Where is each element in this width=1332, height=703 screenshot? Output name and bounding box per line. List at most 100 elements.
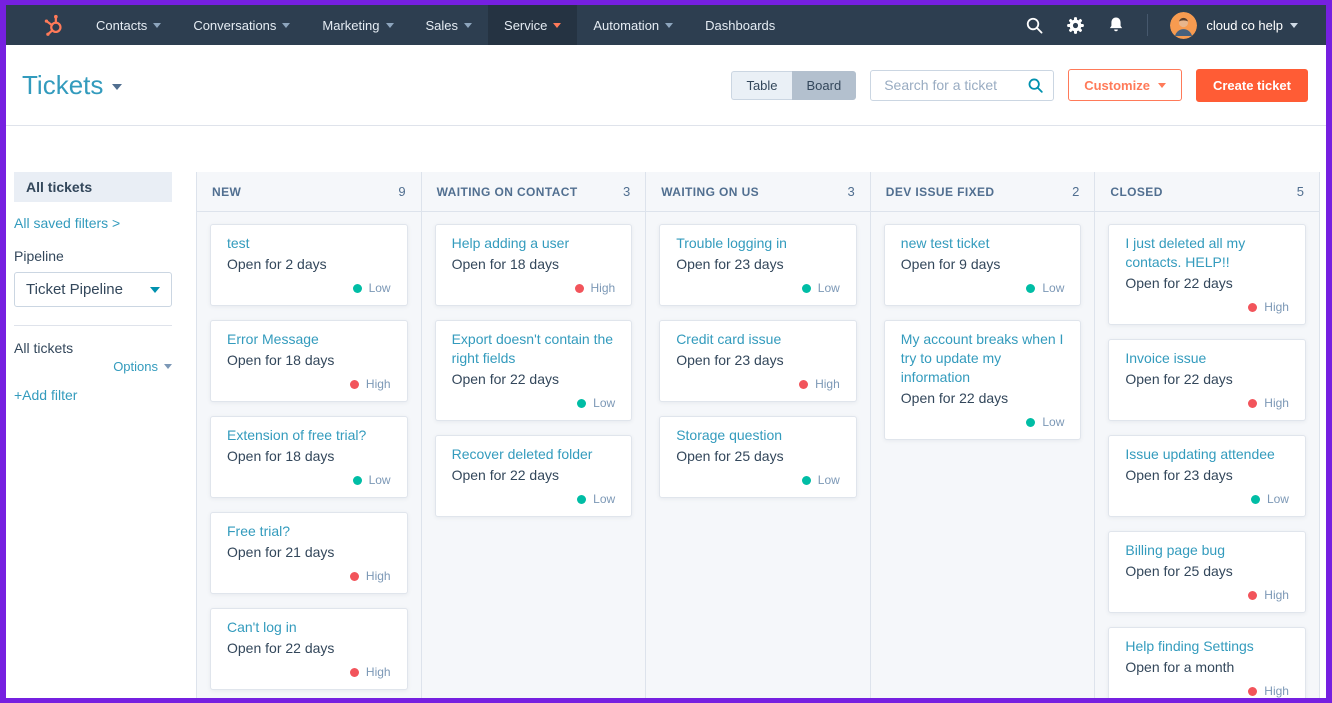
add-filter-link[interactable]: +Add filter bbox=[14, 387, 172, 403]
ticket-card[interactable]: Issue updating attendee Open for 23 days… bbox=[1108, 435, 1306, 517]
table-view-button[interactable]: Table bbox=[731, 70, 792, 100]
pipeline-select[interactable]: Ticket Pipeline bbox=[14, 272, 172, 307]
chevron-down-icon bbox=[385, 22, 394, 28]
nav-item-dashboards[interactable]: Dashboards bbox=[689, 5, 791, 45]
ticket-card[interactable]: Billing page bug Open for 25 days High bbox=[1108, 531, 1306, 613]
hubspot-logo-icon[interactable] bbox=[42, 5, 66, 45]
ticket-card[interactable]: Storage question Open for 25 days Low bbox=[659, 416, 857, 498]
ticket-open-duration: Open for 22 days bbox=[1125, 371, 1233, 387]
search-icon[interactable] bbox=[1025, 16, 1044, 35]
ticket-title-link[interactable]: Invoice issue bbox=[1125, 349, 1289, 368]
ticket-title-link[interactable]: Export doesn't contain the right fields bbox=[452, 330, 616, 368]
ticket-card[interactable]: Can't log in Open for 22 days High bbox=[210, 608, 408, 690]
nav-right: cloud co help bbox=[1025, 5, 1326, 45]
user-avatar[interactable] bbox=[1170, 11, 1198, 39]
board-view-button[interactable]: Board bbox=[791, 70, 857, 100]
ticket-card[interactable]: Extension of free trial? Open for 18 day… bbox=[210, 416, 408, 498]
ticket-priority: High bbox=[1125, 300, 1289, 315]
nav-item-sales[interactable]: Sales bbox=[410, 5, 489, 45]
ticket-title-link[interactable]: Extension of free trial? bbox=[227, 426, 391, 445]
ticket-title-link[interactable]: Can't log in bbox=[227, 618, 391, 637]
ticket-card[interactable]: I just deleted all my contacts. HELP!! O… bbox=[1108, 224, 1306, 325]
ticket-card[interactable]: Invoice issue Open for 22 days High bbox=[1108, 339, 1306, 421]
ticket-title-link[interactable]: Storage question bbox=[676, 426, 840, 445]
column-header: CLOSED 5 bbox=[1095, 172, 1319, 212]
ticket-priority: High bbox=[1125, 684, 1289, 698]
ticket-priority: Low bbox=[901, 281, 1064, 296]
ticket-card[interactable]: Help finding Settings Open for a month H… bbox=[1108, 627, 1306, 698]
priority-label: Low bbox=[593, 492, 616, 506]
ticket-title-link[interactable]: Free trial? bbox=[227, 522, 391, 541]
nav-item-contacts[interactable]: Contacts bbox=[80, 5, 177, 45]
ticket-open-duration: Open for 25 days bbox=[676, 448, 784, 464]
ticket-title-link[interactable]: Credit card issue bbox=[676, 330, 840, 349]
ticket-open-duration: Open for 22 days bbox=[451, 467, 559, 483]
ticket-card[interactable]: Credit card issue Open for 23 days High bbox=[659, 320, 857, 402]
ticket-title-link[interactable]: I just deleted all my contacts. HELP!! bbox=[1125, 234, 1289, 272]
chevron-down-icon bbox=[164, 364, 172, 369]
ticket-card[interactable]: Export doesn't contain the right fields … bbox=[434, 320, 633, 421]
pipeline-label: Pipeline bbox=[14, 248, 64, 264]
ticket-card[interactable]: My account breaks when I try to update m… bbox=[883, 320, 1082, 440]
page-title[interactable]: Tickets bbox=[22, 70, 123, 101]
ticket-title-link[interactable]: My account breaks when I try to update m… bbox=[901, 330, 1065, 387]
column-cards: Help adding a user Open for 18 days High… bbox=[422, 212, 646, 698]
ticket-priority: High bbox=[227, 665, 391, 680]
ticket-card[interactable]: Trouble logging in Open for 23 days Low bbox=[659, 224, 857, 306]
ticket-title-link[interactable]: Error Message bbox=[227, 330, 391, 349]
chevron-down-icon bbox=[464, 22, 473, 28]
ticket-priority: High bbox=[676, 377, 840, 392]
priority-dot-icon bbox=[801, 284, 811, 293]
search-icon[interactable] bbox=[1027, 77, 1044, 94]
nav-item-conversations[interactable]: Conversations bbox=[177, 5, 306, 45]
nav-item-automation[interactable]: Automation bbox=[577, 5, 689, 45]
priority-dot-icon bbox=[1250, 495, 1260, 504]
ticket-priority: High bbox=[452, 281, 615, 296]
settings-gear-icon[interactable] bbox=[1066, 16, 1085, 35]
create-ticket-button[interactable]: Create ticket bbox=[1195, 68, 1308, 102]
ticket-title-link[interactable]: Recover deleted folder bbox=[452, 445, 616, 464]
ticket-open-duration: Open for 2 days bbox=[227, 256, 327, 272]
app-frame: Contacts Conversations Marketing Sales S… bbox=[0, 0, 1332, 703]
ticket-title-link[interactable]: new test ticket bbox=[901, 234, 1065, 253]
options-menu[interactable]: Options bbox=[14, 359, 172, 374]
ticket-title-link[interactable]: Help adding a user bbox=[452, 234, 616, 253]
account-menu[interactable]: cloud co help bbox=[1170, 11, 1298, 39]
nav-item-service[interactable]: Service bbox=[488, 5, 578, 45]
ticket-title-link[interactable]: Help finding Settings bbox=[1125, 637, 1289, 656]
ticket-card[interactable]: new test ticket Open for 9 days Low bbox=[883, 224, 1082, 306]
column-name: WAITING ON US bbox=[661, 184, 760, 199]
column-cards: Trouble logging in Open for 23 days Low … bbox=[646, 212, 870, 698]
ticket-card[interactable]: Help adding a user Open for 18 days High bbox=[434, 224, 633, 306]
column-count: 2 bbox=[1072, 184, 1080, 199]
nav-item-marketing[interactable]: Marketing bbox=[306, 5, 409, 45]
ticket-open-duration: Open for 21 days bbox=[227, 544, 335, 560]
ticket-card[interactable]: Recover deleted folder Open for 22 days … bbox=[434, 435, 633, 517]
ticket-title-link[interactable]: Issue updating attendee bbox=[1125, 445, 1289, 464]
priority-label: Low bbox=[817, 281, 840, 295]
priority-dot-icon bbox=[1248, 399, 1258, 408]
customize-button[interactable]: Customize bbox=[1068, 69, 1182, 101]
priority-dot-icon bbox=[349, 572, 359, 581]
ticket-card[interactable]: Free trial? Open for 21 days High bbox=[210, 512, 408, 594]
ticket-search-input[interactable] bbox=[882, 76, 1028, 94]
all-saved-filters-link[interactable]: All saved filters > bbox=[14, 215, 172, 231]
header-controls: Table Board Customize Create ticket bbox=[731, 68, 1308, 102]
column-header: DEV ISSUE FIXED 2 bbox=[870, 172, 1095, 212]
ticket-title-link[interactable]: Trouble logging in bbox=[676, 234, 840, 253]
ticket-title-link[interactable]: Billing page bug bbox=[1125, 541, 1289, 560]
ticket-card[interactable]: Error Message Open for 18 days High bbox=[210, 320, 408, 402]
priority-dot-icon bbox=[574, 284, 584, 293]
priority-label: High bbox=[1264, 588, 1289, 602]
priority-label: Low bbox=[1266, 492, 1289, 506]
ticket-open-duration: Open for 18 days bbox=[227, 352, 335, 368]
ticket-title-link[interactable]: test bbox=[227, 234, 391, 253]
column-count: 3 bbox=[622, 184, 631, 199]
ticket-priority: Low bbox=[452, 492, 616, 507]
nav-items: Contacts Conversations Marketing Sales S… bbox=[80, 5, 791, 45]
priority-dot-icon bbox=[1248, 687, 1258, 696]
ticket-card[interactable]: test Open for 2 days Low bbox=[210, 224, 408, 306]
notifications-bell-icon[interactable] bbox=[1107, 16, 1125, 34]
sidebar-item-all-tickets[interactable]: All tickets bbox=[14, 172, 172, 202]
main-content: All tickets All saved filters > Pipeline… bbox=[6, 126, 1326, 698]
